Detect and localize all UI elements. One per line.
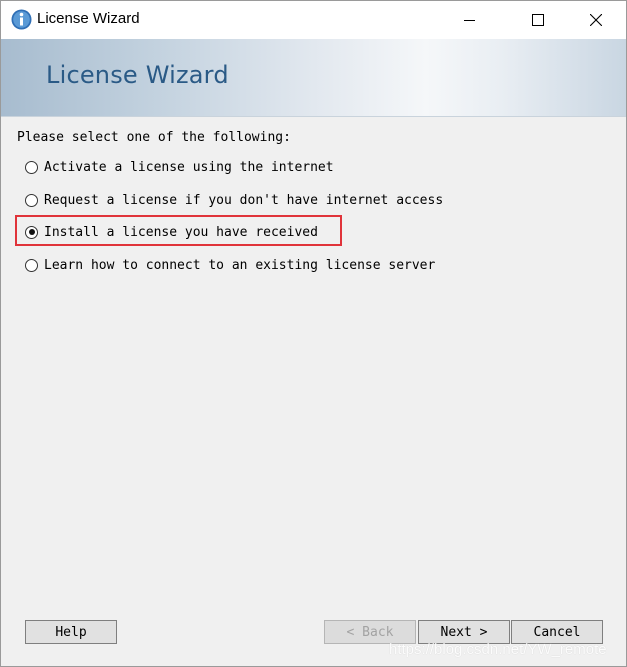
window-title: License Wizard (37, 10, 140, 27)
minimize-icon (464, 20, 475, 21)
close-button[interactable] (573, 1, 619, 39)
option-license-server[interactable]: Learn how to connect to an existing lice… (25, 254, 435, 276)
highlight-annotation-box (15, 215, 342, 246)
option-label: Activate a license using the internet (44, 159, 334, 175)
help-button[interactable]: Help (25, 620, 117, 644)
option-activate-internet[interactable]: Activate a license using the internet (25, 156, 334, 178)
selection-prompt: Please select one of the following: (17, 130, 291, 145)
close-icon (590, 14, 602, 26)
maximize-icon (532, 14, 544, 26)
radio-button[interactable] (25, 193, 38, 207)
watermark-text: https://blog.csdn.net/YW_remote (389, 641, 607, 658)
radio-button[interactable] (25, 160, 38, 174)
title-bar[interactable]: License Wizard (1, 1, 626, 39)
license-wizard-window: License Wizard License Wizard Please sel… (0, 0, 627, 667)
header-banner: License Wizard (1, 39, 626, 117)
radio-button[interactable] (25, 258, 38, 272)
info-icon (11, 9, 32, 30)
minimize-button[interactable] (447, 1, 493, 39)
option-label: Learn how to connect to an existing lice… (44, 257, 436, 273)
banner-title: License Wizard (46, 61, 229, 89)
maximize-button[interactable] (515, 1, 561, 39)
option-request-license[interactable]: Request a license if you don't have inte… (25, 189, 443, 211)
option-label: Request a license if you don't have inte… (44, 192, 444, 208)
